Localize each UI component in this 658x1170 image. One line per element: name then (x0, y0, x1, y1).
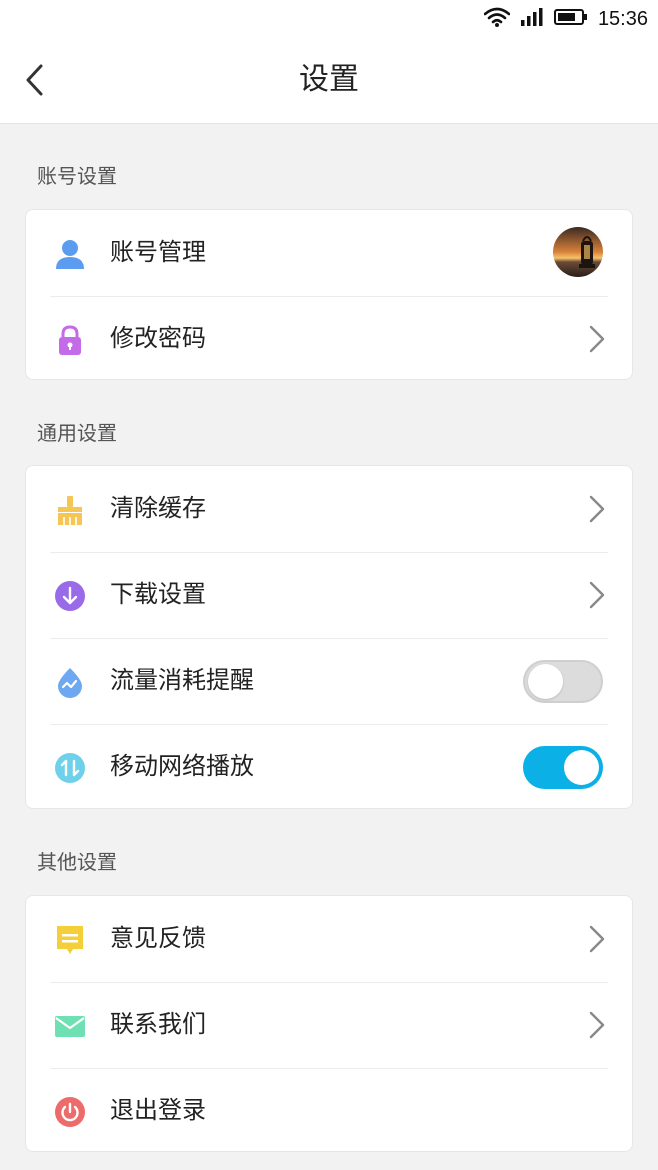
chevron-right-icon (589, 925, 605, 953)
download-icon (54, 580, 86, 612)
clear-cache-row[interactable]: 清除缓存 (26, 466, 632, 552)
account-management-row[interactable]: 账号管理 (26, 210, 632, 296)
toggle-knob (564, 750, 599, 785)
network-transfer-icon (54, 752, 86, 784)
clear-cache-label: 清除缓存 (110, 494, 206, 522)
power-icon (54, 1096, 86, 1128)
download-settings-row[interactable]: 下载设置 (26, 552, 632, 638)
header-bar: 设置 (0, 38, 658, 124)
mobile-network-play-label: 移动网络播放 (110, 752, 254, 780)
section-title-general: 通用设置 (37, 421, 117, 445)
chevron-right-icon (589, 325, 605, 353)
chevron-right-icon (589, 581, 605, 609)
data-usage-reminder-toggle[interactable] (523, 660, 603, 703)
data-usage-reminder-label: 流量消耗提醒 (110, 666, 254, 694)
chevron-right-icon (589, 1011, 605, 1039)
mobile-network-play-row: 移动网络播放 (26, 724, 632, 810)
account-settings-card: 账号管理 修改密码 (25, 209, 633, 380)
feedback-row[interactable]: 意见反馈 (26, 896, 632, 982)
avatar[interactable] (553, 227, 603, 277)
data-usage-reminder-row: 流量消耗提醒 (26, 638, 632, 724)
status-bar: 15:36 (0, 0, 658, 38)
toggle-knob (528, 664, 563, 699)
lock-icon (54, 324, 86, 356)
logout-row[interactable]: 退出登录 (26, 1068, 632, 1154)
data-usage-icon (54, 666, 86, 698)
change-password-label: 修改密码 (110, 324, 206, 352)
wifi-icon (483, 7, 511, 31)
account-management-label: 账号管理 (110, 238, 206, 266)
contact-us-row[interactable]: 联系我们 (26, 982, 632, 1068)
mobile-network-play-toggle[interactable] (523, 746, 603, 789)
battery-icon (553, 8, 588, 30)
status-time: 15:36 (597, 7, 648, 30)
user-icon (54, 238, 86, 270)
chevron-right-icon (589, 495, 605, 523)
logout-label: 退出登录 (110, 1096, 206, 1124)
mail-icon (54, 1010, 86, 1042)
general-settings-card: 清除缓存 下载设置 流量消耗提醒 移动网络播放 (25, 465, 633, 809)
broom-icon (54, 494, 86, 526)
feedback-label: 意见反馈 (110, 924, 206, 952)
download-settings-label: 下载设置 (110, 580, 206, 608)
other-settings-card: 意见反馈 联系我们 退出登录 (25, 895, 633, 1152)
page-title: 设置 (299, 62, 359, 97)
section-title-account: 账号设置 (37, 164, 117, 188)
feedback-icon (54, 924, 86, 956)
signal-icon (520, 7, 544, 31)
contact-us-label: 联系我们 (110, 1010, 206, 1038)
change-password-row[interactable]: 修改密码 (26, 296, 632, 382)
section-title-other: 其他设置 (37, 850, 117, 874)
